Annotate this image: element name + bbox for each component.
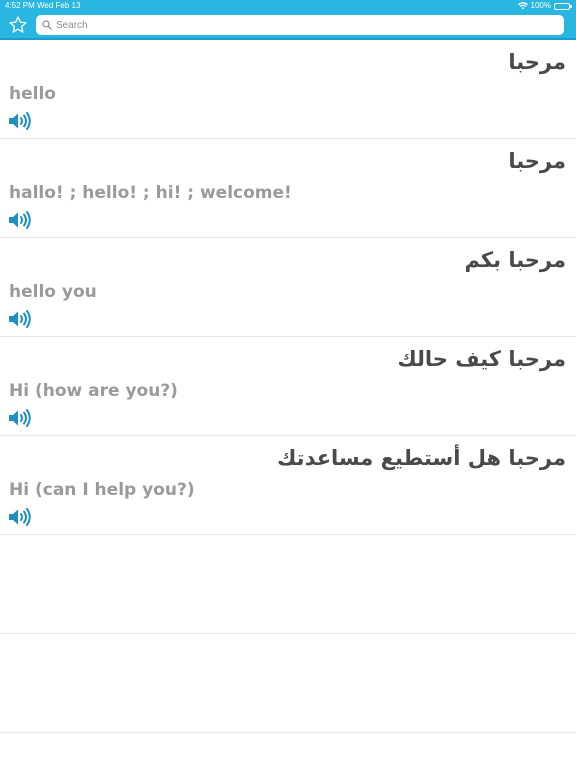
wifi-icon xyxy=(517,2,528,10)
search-icon xyxy=(42,20,52,30)
speaker-icon[interactable] xyxy=(8,111,32,131)
battery-icon xyxy=(554,2,572,10)
speaker-icon[interactable] xyxy=(8,507,32,527)
arabic-phrase: مرحبا هل أستطيع مساعدتك xyxy=(277,446,566,470)
search-bar[interactable] xyxy=(36,15,564,35)
results-list: مرحبا hello مرحبا hallo! ; hello! ; hi! … xyxy=(0,40,576,733)
arabic-phrase: مرحبا xyxy=(508,50,566,74)
list-item[interactable]: مرحبا hello xyxy=(0,40,576,139)
english-translation: hallo! ; hello! ; hi! ; welcome! xyxy=(9,183,292,203)
arabic-phrase: مرحبا xyxy=(508,149,566,173)
list-item[interactable]: مرحبا هل أستطيع مساعدتك Hi (can I help y… xyxy=(0,436,576,535)
speaker-icon[interactable] xyxy=(8,408,32,428)
speaker-icon[interactable] xyxy=(8,210,32,230)
empty-row xyxy=(0,535,576,634)
arabic-phrase: مرحبا كيف حالك xyxy=(397,347,566,371)
status-bar: 4:52 PM Wed Feb 13 100% xyxy=(0,0,576,12)
english-translation: Hi (how are you?) xyxy=(9,381,178,401)
list-item[interactable]: مرحبا بكم hello you xyxy=(0,238,576,337)
arabic-phrase: مرحبا بكم xyxy=(464,248,566,272)
english-translation: hello xyxy=(9,84,56,104)
status-time: 4:52 PM xyxy=(5,1,35,10)
speaker-icon[interactable] xyxy=(8,309,32,329)
english-translation: hello you xyxy=(9,282,97,302)
empty-row xyxy=(0,634,576,733)
status-right: 100% xyxy=(517,0,572,12)
english-translation: Hi (can I help you?) xyxy=(9,480,195,500)
status-date: Wed Feb 13 xyxy=(37,1,81,10)
star-icon[interactable] xyxy=(8,15,28,35)
list-item[interactable]: مرحبا كيف حالك Hi (how are you?) xyxy=(0,337,576,436)
list-item[interactable]: مرحبا hallo! ; hello! ; hi! ; welcome! xyxy=(0,139,576,238)
search-input[interactable] xyxy=(56,19,536,31)
nav-bar xyxy=(0,12,576,40)
battery-percent: 100% xyxy=(530,1,551,10)
